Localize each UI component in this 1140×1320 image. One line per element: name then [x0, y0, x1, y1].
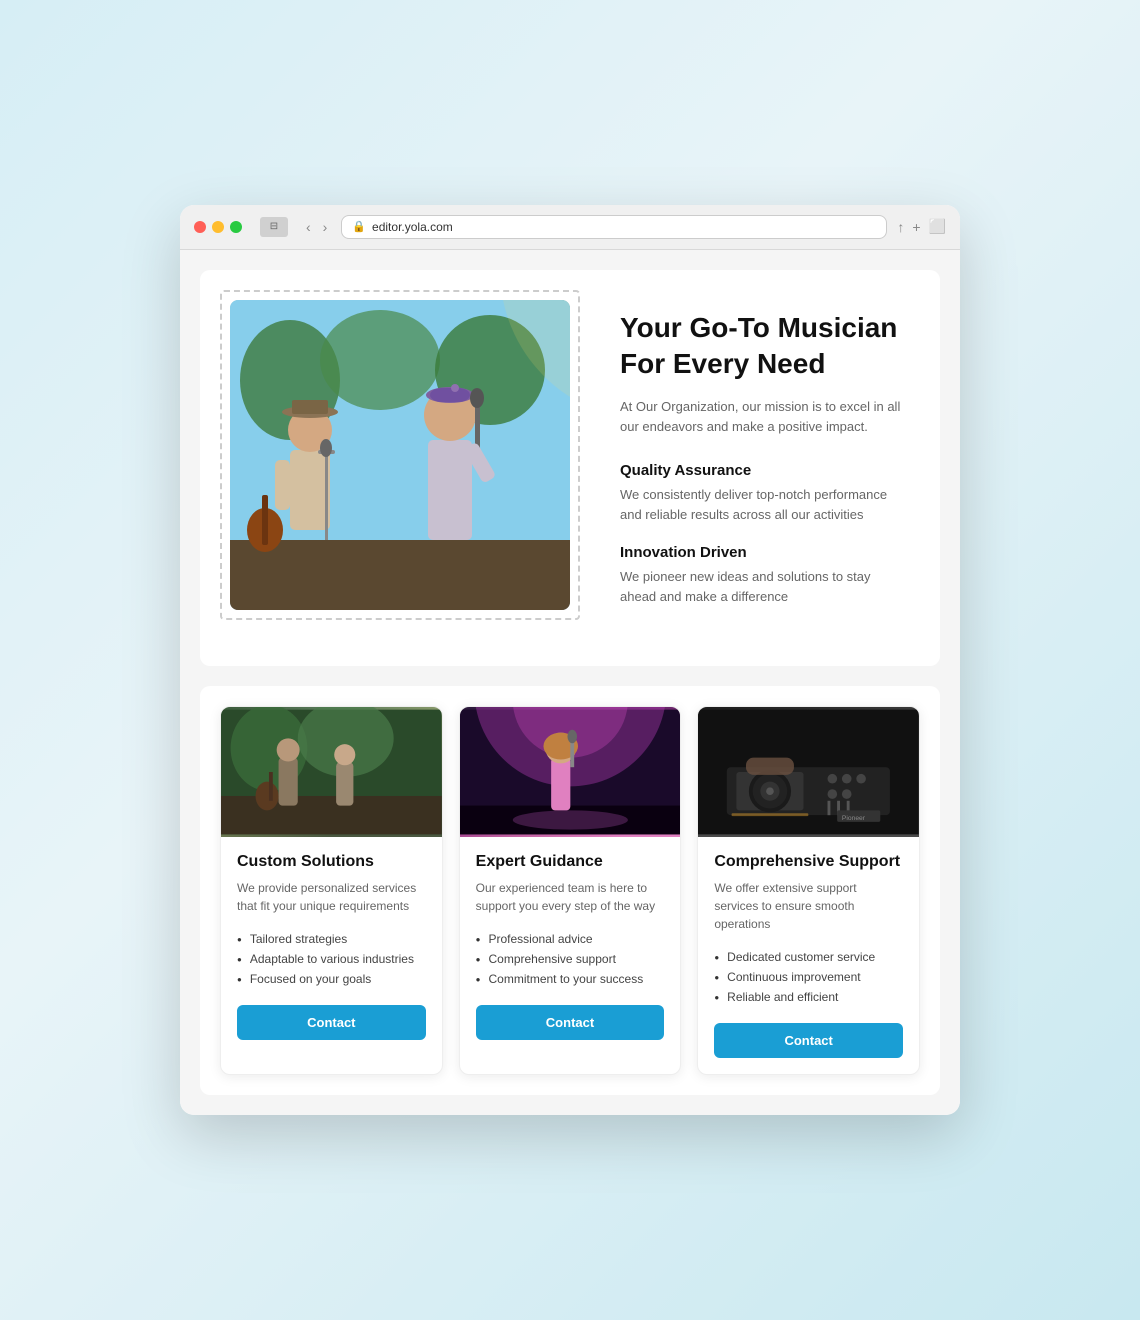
list-item: Professional advice: [476, 929, 665, 949]
browser-window: ⊟ ‹ › 🔒 editor.yola.com ↑ + ⬜: [180, 205, 960, 1115]
feature-quality-title: Quality Assurance: [620, 462, 910, 479]
feature-quality: Quality Assurance We consistently delive…: [620, 462, 910, 524]
list-item: Tailored strategies: [237, 929, 426, 949]
browser-content: Your Go-To Musician For Every Need At Ou…: [180, 250, 960, 1115]
card-expert-body: Expert Guidance Our experienced team is …: [460, 837, 681, 1056]
feature-innovation-title: Innovation Driven: [620, 544, 910, 561]
card-support-body: Comprehensive Support We offer extensive…: [698, 837, 919, 1074]
cards-section: Custom Solutions We provide personalized…: [200, 686, 940, 1095]
card-expert-desc: Our experienced team is here to support …: [476, 879, 665, 915]
list-item: Focused on your goals: [237, 969, 426, 989]
hero-image-container: [220, 290, 580, 620]
address-bar[interactable]: 🔒 editor.yola.com: [341, 215, 887, 239]
card-custom-solutions: Custom Solutions We provide personalized…: [220, 706, 443, 1075]
contact-button-2[interactable]: Contact: [476, 1005, 665, 1040]
list-item: Continuous improvement: [714, 967, 903, 987]
close-button[interactable]: [194, 221, 206, 233]
card-custom-body: Custom Solutions We provide personalized…: [221, 837, 442, 1056]
back-button[interactable]: ‹: [302, 217, 315, 237]
card-support-title: Comprehensive Support: [714, 853, 903, 871]
feature-quality-desc: We consistently deliver top-notch perfor…: [620, 485, 910, 524]
maximize-button[interactable]: [230, 221, 242, 233]
hero-section: Your Go-To Musician For Every Need At Ou…: [200, 270, 940, 666]
hero-subtitle: At Our Organization, our mission is to e…: [620, 397, 910, 439]
share-button[interactable]: ↑: [897, 219, 904, 235]
card-image-1: [221, 707, 442, 837]
card-support-desc: We offer extensive support services to e…: [714, 879, 903, 933]
card-image-2: [460, 707, 681, 837]
browser-actions: ↑ + ⬜: [897, 218, 946, 235]
url-text: editor.yola.com: [372, 220, 453, 234]
browser-toolbar: ⊟ ‹ › 🔒 editor.yola.com ↑ + ⬜: [180, 205, 960, 250]
card-expert-title: Expert Guidance: [476, 853, 665, 871]
traffic-lights: [194, 221, 242, 233]
list-item: Dedicated customer service: [714, 947, 903, 967]
forward-button[interactable]: ›: [319, 217, 332, 237]
contact-button-3[interactable]: Contact: [714, 1023, 903, 1058]
card-expert-list: Professional advice Comprehensive suppor…: [476, 929, 665, 989]
list-item: Commitment to your success: [476, 969, 665, 989]
dashed-border: [220, 290, 580, 620]
card-image-3: Pioneer: [698, 707, 919, 837]
card-custom-desc: We provide personalized services that fi…: [237, 879, 426, 915]
card-support-list: Dedicated customer service Continuous im…: [714, 947, 903, 1007]
more-button[interactable]: ⬜: [929, 218, 946, 235]
card-custom-title: Custom Solutions: [237, 853, 426, 871]
cards-grid: Custom Solutions We provide personalized…: [220, 706, 920, 1075]
list-item: Reliable and efficient: [714, 987, 903, 1007]
feature-innovation: Innovation Driven We pioneer new ideas a…: [620, 544, 910, 606]
card-expert-guidance: Expert Guidance Our experienced team is …: [459, 706, 682, 1075]
lock-icon: 🔒: [352, 220, 366, 233]
feature-innovation-desc: We pioneer new ideas and solutions to st…: [620, 567, 910, 606]
svg-text:Pioneer: Pioneer: [842, 815, 866, 822]
contact-button-1[interactable]: Contact: [237, 1005, 426, 1040]
hero-image: [230, 300, 570, 610]
hero-title: Your Go-To Musician For Every Need: [620, 310, 910, 383]
list-item: Adaptable to various industries: [237, 949, 426, 969]
add-tab-button[interactable]: +: [912, 219, 920, 235]
hero-right: Your Go-To Musician For Every Need At Ou…: [610, 290, 920, 646]
minimize-button[interactable]: [212, 221, 224, 233]
list-item: Comprehensive support: [476, 949, 665, 969]
tab-icon: ⊟: [260, 217, 288, 237]
card-comprehensive-support: Pioneer Comprehensive Support We offer e…: [697, 706, 920, 1075]
nav-arrows: ‹ ›: [302, 217, 331, 237]
card-custom-list: Tailored strategies Adaptable to various…: [237, 929, 426, 989]
